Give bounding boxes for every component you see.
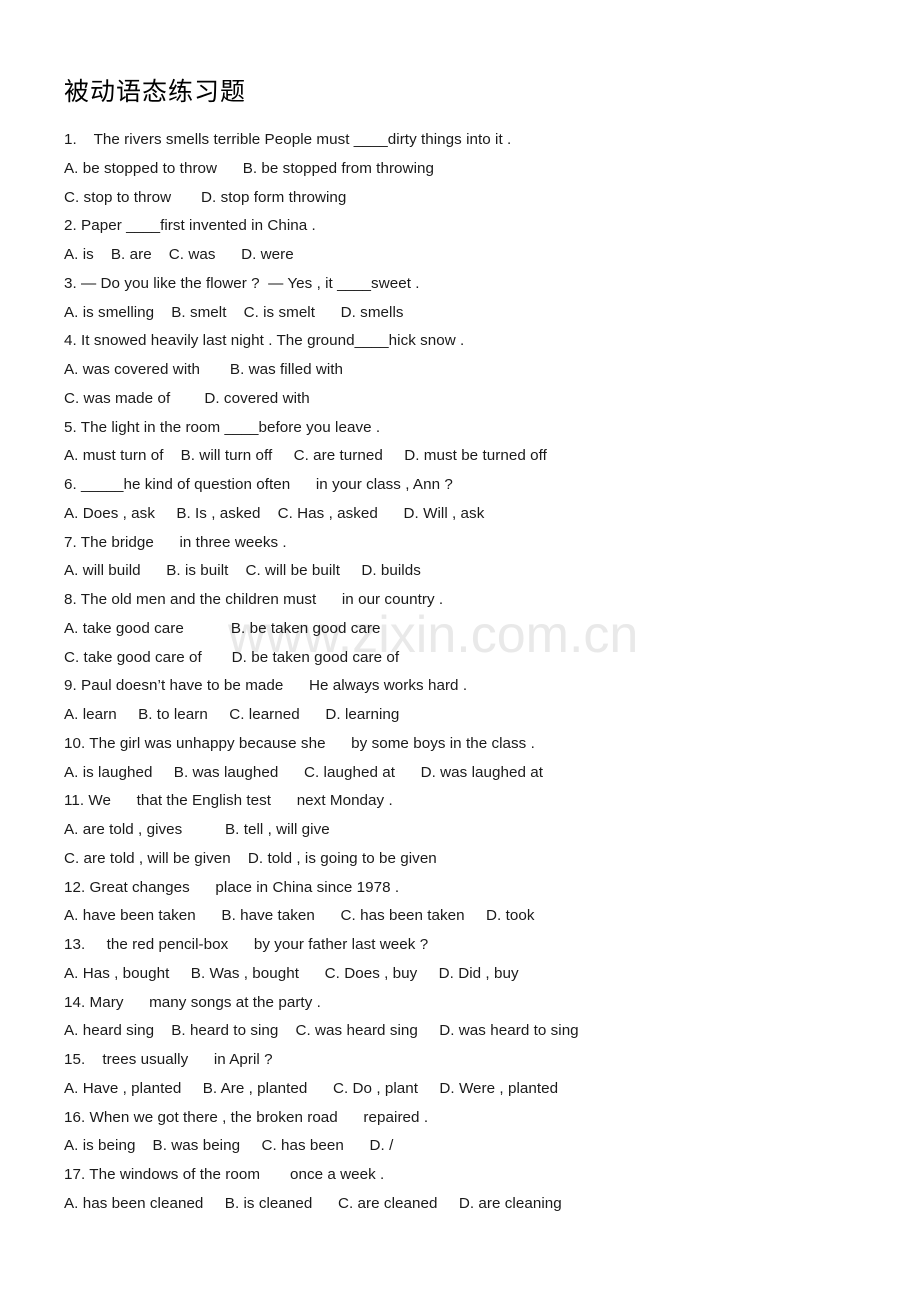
question-stem-15: 15. trees usually in April ?: [64, 1051, 273, 1068]
question-options-10: A. is laughed B. was laughed C. laughed …: [64, 763, 544, 781]
question-options-3: A. is smelling B. smelt C. is smelt D. s…: [64, 303, 404, 321]
question-options-8a: A. take good care B. be taken good care: [64, 619, 381, 637]
question-options-12: A. have been taken B. have taken C. has …: [64, 907, 535, 925]
question-options-7: A. will build B. is built C. will be bui…: [64, 562, 421, 580]
question-stem-6: 6. _____he kind of question often in you…: [64, 476, 453, 493]
question-options-16: A. is being B. was being C. has been D. …: [64, 1137, 394, 1155]
question-stem-10: 10. The girl was unhappy because she by …: [64, 734, 535, 752]
question-options-2: A. is B. are C. was D. were: [64, 246, 294, 263]
question-options-9: A. learn B. to learn C. learned D. learn…: [64, 706, 400, 723]
question-stem-14: 14. Mary many songs at the party .: [64, 993, 321, 1011]
question-options-4a: A. was covered with B. was filled with: [64, 361, 344, 378]
question-options-14: A. heard sing B. heard to sing C. was he…: [64, 1022, 579, 1040]
question-options-5: A. must turn of B. will turn off C. are …: [64, 447, 547, 465]
question-stem-5: 5. The light in the room ____before you …: [64, 418, 381, 436]
question-options-1a: A. be stopped to throw B. be stopped fro…: [64, 159, 434, 177]
question-options-4b: C. was made of D. covered with: [64, 389, 310, 407]
question-options-15: A. Have , planted B. Are , planted C. Do…: [64, 1079, 559, 1097]
question-list: 1. The rivers smells terrible People mus…: [64, 126, 864, 1219]
question-stem-1: 1. The rivers smells terrible People mus…: [64, 131, 512, 148]
question-stem-11: 11. We that the English test next Monday…: [64, 792, 393, 810]
question-options-17: A. has been cleaned B. is cleaned C. are…: [64, 1194, 562, 1212]
question-stem-2: 2. Paper ____first invented in China .: [64, 217, 316, 235]
question-options-6: A. Does , ask B. Is , asked C. Has , ask…: [64, 504, 485, 522]
question-options-11a: A. are told , gives B. tell , will give: [64, 821, 330, 838]
question-stem-3: 3. — Do you like the flower ? — Yes , it…: [64, 274, 420, 292]
question-stem-16: 16. When we got there , the broken road …: [64, 1108, 429, 1126]
page-title: 被动语态练习题: [64, 79, 247, 106]
question-stem-13: 13. the red pencil-box by your father la…: [64, 936, 429, 953]
question-options-1b: C. stop to throw D. stop form throwing: [64, 188, 347, 206]
question-options-13: A. Has , bought B. Was , bought C. Does …: [64, 964, 519, 982]
question-options-8b: C. take good care of D. be taken good ca…: [64, 648, 400, 666]
document-page: www.zixin.com.cn 被动语态练习题 1. The rivers s…: [0, 0, 920, 1307]
question-stem-4: 4. It snowed heavily last night . The gr…: [64, 332, 465, 350]
question-stem-12: 12. Great changes place in China since 1…: [64, 878, 400, 896]
question-stem-9: 9. Paul doesn’t have to be made He alway…: [64, 677, 468, 695]
question-stem-17: 17. The windows of the room once a week …: [64, 1166, 385, 1183]
question-stem-8: 8. The old men and the children must in …: [64, 591, 444, 608]
question-options-11b: C. are told , will be given D. told , is…: [64, 849, 437, 867]
question-stem-7: 7. The bridge in three weeks .: [64, 533, 287, 551]
